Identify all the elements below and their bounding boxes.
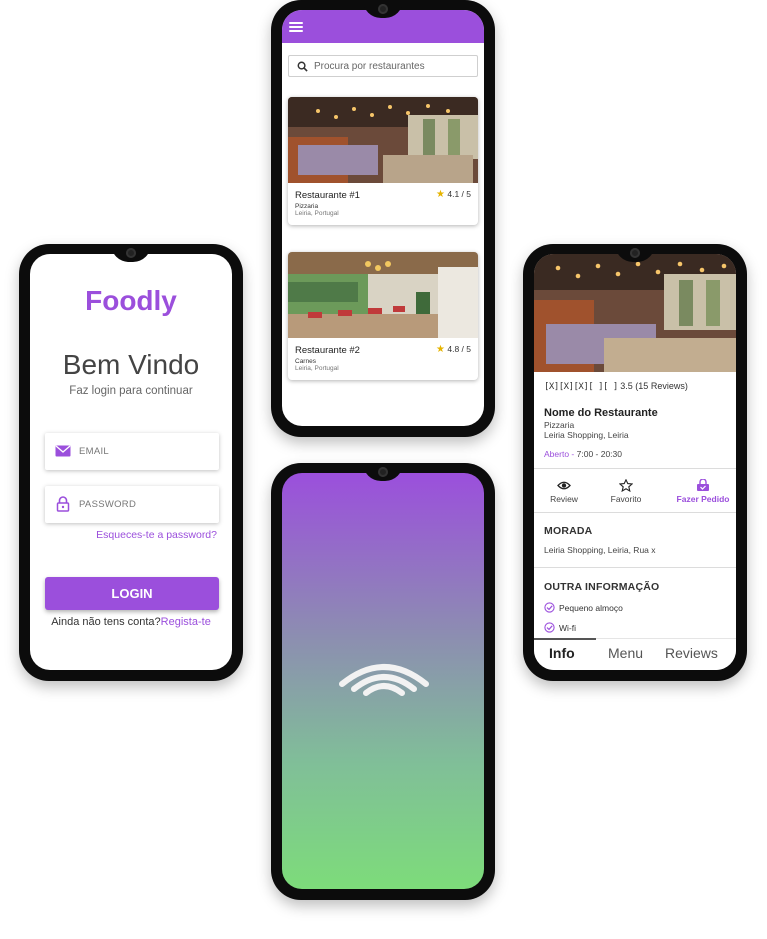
amenity-item: Pequeno almoço [544, 602, 623, 613]
app-logo: Foodly [85, 285, 177, 316]
amenity-item: Wi-fi [544, 622, 576, 633]
welcome-subtitle: Faz login para continuar [69, 385, 193, 397]
check-circle-icon [544, 602, 555, 613]
search-placeholder: Procura por restaurantes [314, 61, 425, 72]
divider [534, 468, 736, 469]
review-label: Review [550, 494, 578, 504]
list-phone: Procura por restaurantes Restaurante #1 … [271, 0, 495, 437]
restaurant-name: Restaurante #2 [295, 345, 360, 356]
info-title: OUTRA INFORMAÇÃO [544, 581, 660, 593]
login-screen: Foodly Bem Vindo Faz login para continua… [30, 254, 232, 670]
amenity-label: Pequeno almoço [559, 603, 623, 613]
tab-reviews[interactable]: Reviews [665, 645, 718, 661]
restaurant-rating: ★ 4.8 / 5 [436, 344, 471, 355]
detail-phone: [X][X][X][ ][ ] 3.5 (15 Reviews) Nome do… [523, 244, 747, 681]
eye-icon [557, 481, 571, 490]
restaurant-address: Leiria Shopping, Leiria [544, 430, 629, 440]
restaurant-type: Pizzaria [295, 203, 319, 210]
password-placeholder: PASSWORD [79, 499, 137, 510]
restaurant-card[interactable]: Restaurante #1 ★ 4.1 / 5 Pizzaria Leiria… [288, 97, 478, 225]
active-tab-indicator [534, 638, 596, 640]
email-placeholder: EMAIL [79, 446, 110, 457]
full-address: Leiria Shopping, Leiria, Rua x [544, 545, 656, 555]
restaurant-hero-photo [534, 254, 736, 372]
no-account-text: Ainda não tens conta? [51, 616, 161, 628]
detail-screen: [X][X][X][ ][ ] 3.5 (15 Reviews) Nome do… [534, 254, 736, 670]
order-label: Fazer Pedido [676, 494, 730, 504]
splash-phone [271, 463, 495, 900]
register-prompt: Ainda não tens conta?Regista-te [30, 616, 232, 628]
favorite-button[interactable]: Favorito [596, 479, 656, 504]
review-button[interactable]: Review [534, 479, 594, 504]
email-field[interactable]: EMAIL [45, 433, 219, 470]
lock-icon [56, 496, 70, 512]
envelope-icon [55, 445, 71, 457]
address-title: MORADA [544, 525, 593, 537]
restaurant-rating: ★ 4.1 / 5 [436, 189, 471, 200]
search-input[interactable]: Procura por restaurantes [288, 55, 478, 77]
star-icon: ★ [436, 189, 445, 200]
amenity-label: Wi-fi [559, 623, 576, 633]
order-button[interactable]: Fazer Pedido [669, 479, 736, 504]
restaurant-category: Pizzaria [544, 420, 575, 430]
favorite-label: Favorito [610, 494, 642, 504]
star-icon: ★ [436, 344, 445, 355]
rating-line: [X][X][X][ ][ ] 3.5 (15 Reviews) [544, 381, 688, 392]
foodly-arcs-icon [339, 664, 429, 696]
bottom-tab-bar: Info Menu Reviews [534, 638, 736, 670]
restaurant-name: Nome do Restaurante [544, 407, 658, 419]
rating-summary: 3.5 (15 Reviews) [620, 381, 688, 391]
rating-value: 4.8 / 5 [447, 344, 471, 354]
divider [534, 512, 736, 513]
restaurant-card[interactable]: Restaurante #2 ★ 4.8 / 5 Carnes Leiria, … [288, 252, 478, 380]
password-field[interactable]: PASSWORD [45, 486, 219, 523]
rating-value: 4.1 / 5 [447, 189, 471, 199]
opening-hours: Aberto - 7:00 - 20:30 [544, 449, 622, 459]
search-icon [297, 61, 308, 72]
restaurant-location: Leiria, Portugal [295, 365, 339, 372]
tab-info[interactable]: Info [549, 645, 575, 661]
restaurant-type: Carnes [295, 358, 316, 365]
restaurant-name: Restaurante #1 [295, 190, 360, 201]
list-screen: Procura por restaurantes Restaurante #1 … [282, 10, 484, 426]
check-circle-icon [544, 622, 555, 633]
rating-stars: [X][X][X][ ][ ] [544, 382, 618, 392]
hours-range: 7:00 - 20:30 [576, 449, 622, 459]
restaurant-location: Leiria, Portugal [295, 210, 339, 217]
login-phone: Foodly Bem Vindo Faz login para continua… [19, 244, 243, 681]
welcome-title: Bem Vindo [62, 349, 200, 380]
restaurant-photo [288, 252, 478, 338]
hamburger-icon[interactable] [289, 22, 303, 32]
open-status: Aberto - [544, 449, 575, 459]
order-icon [697, 479, 709, 491]
tab-menu[interactable]: Menu [608, 645, 643, 661]
forgot-password-link[interactable]: Esqueces-te a password? [96, 529, 217, 541]
star-outline-icon [619, 479, 633, 492]
splash-screen [282, 473, 484, 889]
register-link[interactable]: Regista-te [161, 616, 211, 628]
divider [534, 567, 736, 568]
restaurant-photo [288, 97, 478, 183]
login-button[interactable]: LOGIN [45, 577, 219, 610]
